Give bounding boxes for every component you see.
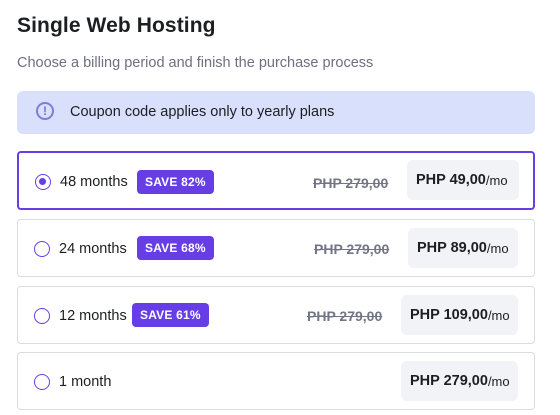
plan-price: PHP 49,00	[416, 172, 486, 188]
plan-option-48-months[interactable]: 48 months SAVE 82% PHP 279,00 PHP 49,00/…	[17, 151, 535, 210]
coupon-notice: ! Coupon code applies only to yearly pla…	[17, 91, 535, 134]
savings-badge: SAVE 68%	[137, 236, 214, 260]
old-price: PHP 279,00	[307, 308, 383, 324]
plan-radio[interactable]	[35, 174, 51, 190]
plan-option-24-months[interactable]: 24 months SAVE 68% PHP 279,00 PHP 89,00/…	[17, 219, 535, 277]
plan-period: 24 months	[59, 241, 127, 257]
billing-period-page: Single Web Hosting Choose a billing peri…	[0, 0, 560, 415]
plan-option-12-months[interactable]: 12 months SAVE 61% PHP 279,00 PHP 109,00…	[17, 286, 535, 344]
plan-option-1-month[interactable]: 1 month PHP 279,00/mo	[17, 352, 535, 410]
plan-period: 48 months	[60, 174, 128, 190]
price-unit: /mo	[485, 172, 508, 188]
plan-period: 1 month	[59, 374, 112, 390]
page-title: Single Web Hosting	[17, 14, 216, 37]
savings-badge: SAVE 82%	[137, 170, 214, 194]
price-box: PHP 109,00/mo	[401, 295, 518, 335]
old-price: PHP 279,00	[313, 175, 389, 191]
plan-period: 12 months	[59, 308, 127, 324]
savings-badge: SAVE 61%	[132, 303, 209, 327]
coupon-notice-text: Coupon code applies only to yearly plans	[70, 104, 335, 120]
price-unit: /mo	[486, 240, 509, 256]
plan-radio[interactable]	[34, 374, 50, 390]
price-box: PHP 49,00/mo	[407, 160, 519, 200]
price-box: PHP 89,00/mo	[408, 228, 518, 268]
plan-price: PHP 279,00	[410, 373, 488, 389]
plan-radio[interactable]	[34, 308, 50, 324]
price-unit: /mo	[487, 307, 510, 323]
page-subtitle: Choose a billing period and finish the p…	[17, 55, 374, 71]
price-unit: /mo	[487, 373, 510, 389]
plan-price: PHP 89,00	[417, 240, 487, 256]
info-icon: !	[36, 102, 54, 120]
plan-price: PHP 109,00	[410, 307, 488, 323]
plan-radio[interactable]	[34, 241, 50, 257]
radio-selected-dot	[39, 178, 46, 185]
price-box: PHP 279,00/mo	[401, 361, 518, 401]
old-price: PHP 279,00	[314, 241, 390, 257]
